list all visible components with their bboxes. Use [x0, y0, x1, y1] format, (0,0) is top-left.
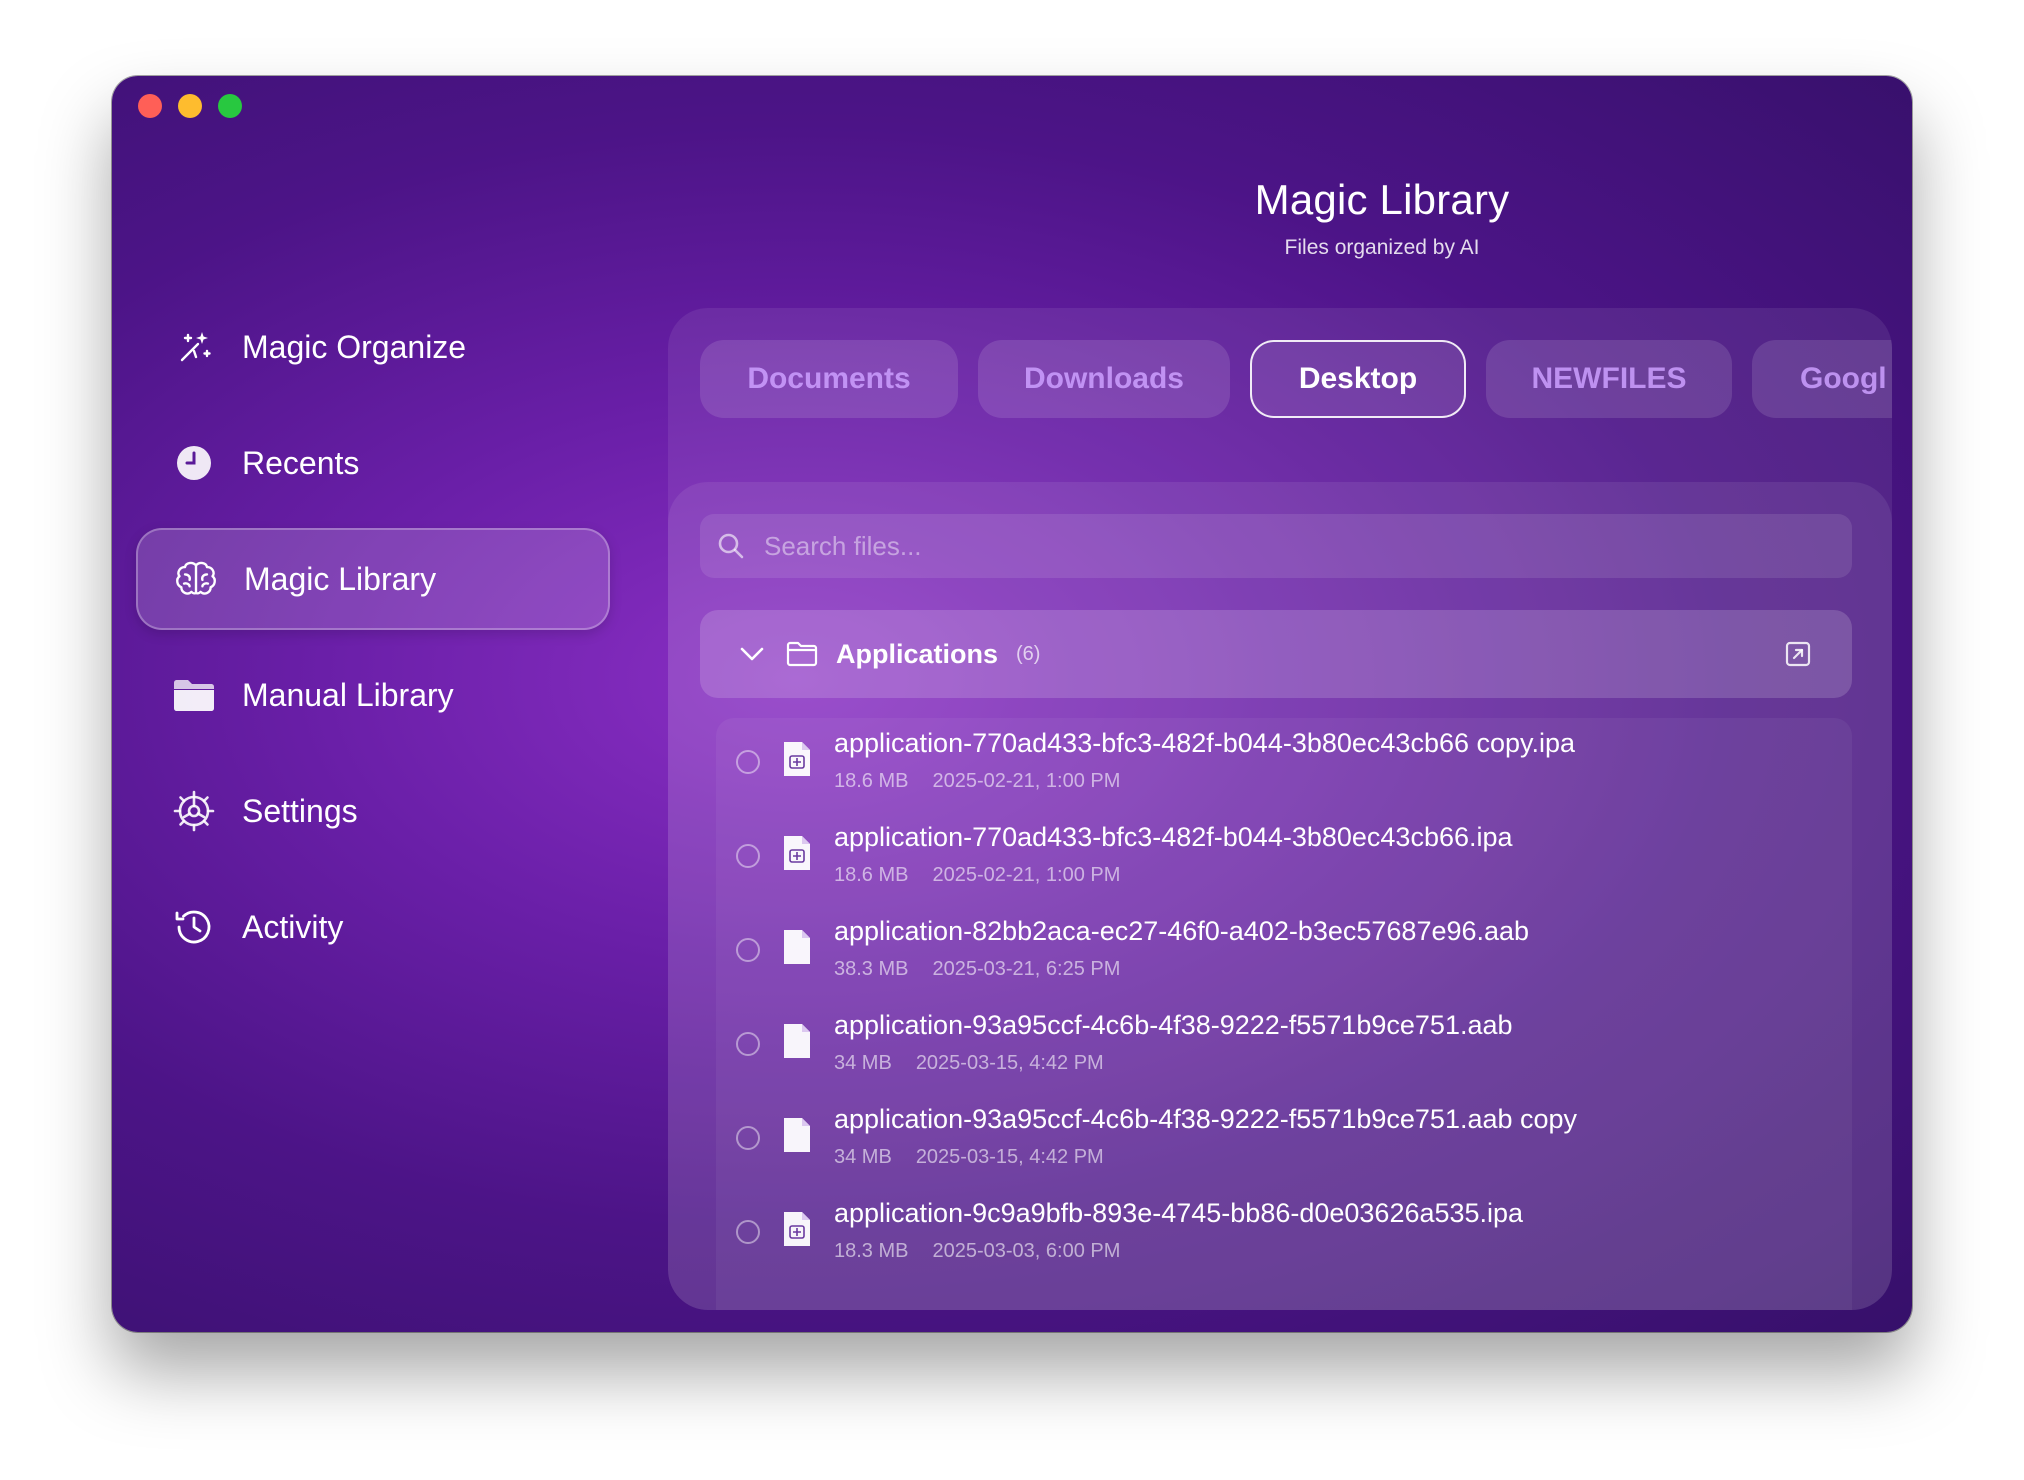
magic-wand-icon [172, 325, 216, 369]
sidebar-item-label: Recents [242, 444, 360, 481]
tab-newfiles[interactable]: NEWFILES [1486, 340, 1732, 418]
files-panel: Applications (6) [668, 482, 1892, 1310]
file-meta: 18.3 MB 2025-03-03, 6:00 PM [834, 1240, 1120, 1263]
file-meta: 38.3 MB 2025-03-21, 6:25 PM [834, 958, 1120, 981]
window-controls [138, 94, 242, 118]
close-window-button[interactable] [138, 94, 162, 118]
group-header-applications[interactable]: Applications (6) [700, 610, 1852, 698]
file-row[interactable]: application-770ad433-bfc3-482f-b044-3b80… [716, 718, 1852, 812]
file-name: application-770ad433-bfc3-482f-b044-3b80… [834, 728, 1576, 758]
file-list: application-770ad433-bfc3-482f-b044-3b80… [716, 718, 1852, 1310]
blank-file-icon [782, 1116, 812, 1154]
chevron-down-icon[interactable] [736, 638, 768, 670]
sidebar-item-manual-library[interactable]: Manual Library [136, 644, 610, 746]
search-bar[interactable] [700, 514, 1852, 578]
select-radio[interactable] [736, 1032, 760, 1056]
file-meta: 34 MB 2025-03-15, 4:42 PM [834, 1146, 1104, 1169]
sidebar-item-label: Settings [242, 792, 358, 829]
sidebar-item-recents[interactable]: Recents [136, 412, 610, 514]
file-row[interactable]: application-82bb2aca-ec27-46f0-a402-b3ec… [716, 906, 1852, 1000]
file-date: 2025-02-21, 1:00 PM [932, 864, 1121, 886]
file-date: 2025-03-03, 6:00 PM [932, 1240, 1121, 1262]
sidebar-item-activity[interactable]: Activity [136, 876, 610, 978]
search-input[interactable] [762, 529, 1816, 563]
tab-documents[interactable]: Documents [700, 340, 958, 418]
open-external-icon[interactable] [1784, 640, 1812, 668]
file-meta: 18.6 MB 2025-02-21, 1:00 PM [834, 770, 1120, 793]
file-name: application-93a95ccf-4c6b-4f38-9222-f557… [834, 1104, 1578, 1134]
page-title: Magic Library [1254, 176, 1510, 223]
main-content: Documents Downloads Desktop NEWFILES Goo… [668, 308, 1892, 1310]
select-radio[interactable] [736, 938, 760, 962]
select-radio[interactable] [736, 1126, 760, 1150]
file-date: 2025-03-21, 6:25 PM [932, 958, 1121, 980]
sidebar-item-settings[interactable]: Settings [136, 760, 610, 862]
gear-icon [172, 789, 216, 833]
ipa-file-icon [782, 1210, 812, 1248]
sidebar-item-label: Magic Organize [242, 328, 467, 365]
sidebar-item-label: Manual Library [242, 676, 454, 713]
file-size: 38.3 MB [834, 958, 909, 980]
file-size: 18.6 MB [834, 770, 909, 792]
ipa-file-icon [782, 834, 812, 872]
select-radio[interactable] [736, 1220, 760, 1244]
file-meta: 34 MB 2025-03-15, 4:42 PM [834, 1052, 1104, 1075]
history-icon [172, 905, 216, 949]
blank-file-icon [782, 1022, 812, 1060]
folder-outline-icon [786, 637, 820, 671]
file-size: 18.3 MB [834, 1240, 909, 1262]
location-tabs: Documents Downloads Desktop NEWFILES Goo… [700, 340, 1892, 420]
file-size: 34 MB [834, 1146, 892, 1168]
tab-desktop[interactable]: Desktop [1250, 340, 1466, 418]
minimize-window-button[interactable] [178, 94, 202, 118]
file-date: 2025-03-15, 4:42 PM [915, 1052, 1104, 1074]
file-name: application-770ad433-bfc3-482f-b044-3b80… [834, 822, 1513, 852]
file-row[interactable]: application-93a95ccf-4c6b-4f38-9222-f557… [716, 1094, 1852, 1188]
sidebar-item-magic-library[interactable]: Magic Library [136, 528, 610, 630]
select-radio[interactable] [736, 750, 760, 774]
group-name: Applications [836, 638, 999, 669]
file-date: 2025-03-15, 4:42 PM [915, 1146, 1104, 1168]
page-header: Magic Library Files organized by AI [672, 176, 1912, 260]
blank-file-icon [782, 928, 812, 966]
file-name: application-9c9a9bfb-893e-4745-bb86-d0e0… [834, 1198, 1524, 1228]
sidebar-item-magic-organize[interactable]: Magic Organize [136, 296, 610, 398]
tab-google[interactable]: Googl [1752, 340, 1892, 418]
file-row[interactable]: application-93a95ccf-4c6b-4f38-9222-f557… [716, 1000, 1852, 1094]
brain-icon [174, 557, 218, 601]
clock-icon [172, 441, 216, 485]
zoom-window-button[interactable] [218, 94, 242, 118]
search-icon [716, 531, 746, 561]
file-row[interactable]: application-9c9a9bfb-893e-4745-bb86-d0e0… [716, 1188, 1852, 1282]
select-radio[interactable] [736, 844, 760, 868]
file-size: 18.6 MB [834, 864, 909, 886]
file-row[interactable]: application-770ad433-bfc3-482f-b044-3b80… [716, 812, 1852, 906]
sidebar-item-label: Activity [242, 908, 344, 945]
app-window: Magic Library Files organized by AI Magi… [112, 76, 1912, 1332]
sidebar-item-label: Magic Library [244, 560, 437, 597]
ipa-file-icon [782, 740, 812, 778]
group-count: (6) [1016, 642, 1041, 665]
file-meta: 18.6 MB 2025-02-21, 1:00 PM [834, 864, 1120, 887]
file-date: 2025-02-21, 1:00 PM [932, 770, 1121, 792]
folder-icon [172, 673, 216, 717]
file-name: application-93a95ccf-4c6b-4f38-9222-f557… [834, 1010, 1513, 1040]
file-size: 34 MB [834, 1052, 892, 1074]
page-subtitle: Files organized by AI [1284, 236, 1480, 259]
file-name: application-82bb2aca-ec27-46f0-a402-b3ec… [834, 916, 1530, 946]
tab-downloads[interactable]: Downloads [978, 340, 1230, 418]
